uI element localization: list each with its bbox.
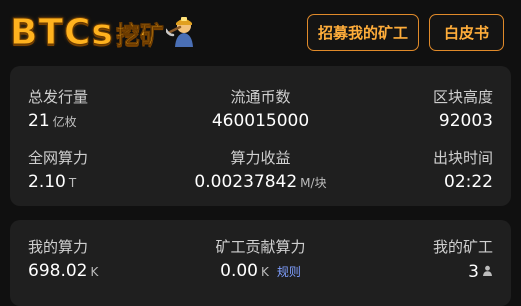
my-miners-stat[interactable]: 我的矿工 3 (433, 236, 493, 282)
my-mining-card: 我的算力 698.02 K 矿工贡献算力 0.00 K 规则 我的矿工 3 (10, 220, 511, 306)
block-height-label: 区块高度 (432, 88, 493, 106)
block-time-value: 02:22 (444, 172, 493, 192)
hashrate-income-unit: M/块 (300, 176, 327, 190)
rules-link[interactable]: 规则 (277, 265, 301, 279)
whitepaper-button[interactable]: 白皮书 (429, 14, 504, 51)
logo-latin: BTCs (10, 11, 114, 53)
network-stats-card: 总发行量 21 亿枚 流通币数 460015000 区块高度 92003 全网算力… (10, 66, 511, 206)
hashrate-income-value: 0.00237842 (194, 172, 298, 192)
block-height-stat: 区块高度 92003 (433, 86, 493, 131)
block-time-label: 出块时间 (432, 149, 493, 167)
my-miners-value: 3 (468, 262, 479, 282)
person-icon (482, 261, 493, 281)
block-time-stat: 出块时间 02:22 (433, 147, 493, 192)
miner-mascot-icon (164, 13, 200, 51)
recruit-miners-button[interactable]: 招募我的矿工 (307, 14, 419, 51)
miner-contribution-value: 0.00 (220, 261, 258, 281)
my-miners-label: 我的矿工 (432, 238, 493, 256)
miner-contribution-unit: K (260, 265, 269, 279)
app-logo: BTCs 挖矿 (10, 8, 200, 56)
logo-chinese: 挖矿 (115, 20, 165, 49)
app-header: BTCs 挖矿 招募我的矿工 白皮书 (0, 0, 521, 66)
block-height-value: 92003 (438, 111, 493, 131)
